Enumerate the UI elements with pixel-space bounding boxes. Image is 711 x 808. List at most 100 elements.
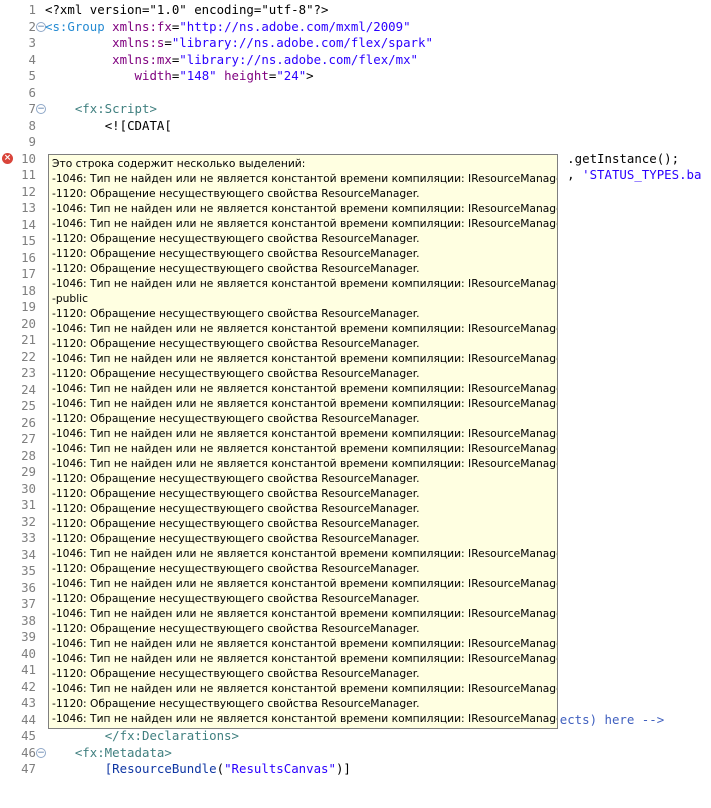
- code-line[interactable]: 3 xmlns:s="library://ns.adobe.com/flex/s…: [0, 35, 711, 52]
- line-number: 12: [21, 183, 36, 199]
- code-token: <?xml version="1.0" encoding="utf-8"?>: [45, 2, 329, 17]
- code-token: "http://ns.adobe.com/mxml/2009": [179, 18, 411, 34]
- line-number: 47: [21, 761, 36, 776]
- tooltip-error-line: -1046: Тип не найден или не является кон…: [52, 712, 558, 725]
- code-token: [ResourceBundle: [104, 761, 217, 776]
- line-number: 23: [21, 365, 36, 380]
- line-number: 13: [21, 200, 36, 215]
- code-token: <fx:Metadata>: [74, 744, 172, 760]
- code-token: <![CDATA[: [104, 117, 172, 133]
- tooltip-error-line: -1120: Обращение несуществующего свойств…: [52, 307, 420, 320]
- tooltip-error-line: -1120: Обращение несуществующего свойств…: [52, 502, 420, 515]
- code-text: <s:Group xmlns:fx="http://ns.adobe.com/m…: [45, 19, 411, 36]
- code-token: <fx:Script>: [74, 101, 157, 116]
- tooltip-error-line: -1046: Тип не найден или не является кон…: [52, 457, 558, 470]
- tooltip-error-line: -1046: Тип не найден или не является кон…: [52, 382, 558, 395]
- line-number: 19: [21, 299, 36, 314]
- line-number: 18: [21, 282, 36, 298]
- code-token: "24": [276, 68, 307, 83]
- line-number: 40: [21, 645, 36, 661]
- tooltip-error-line: -1120: Обращение несуществующего свойств…: [52, 367, 420, 380]
- code-editor[interactable]: 1 <?xml version="1.0" encoding="utf-8"?> 2…: [0, 0, 711, 808]
- code-token: height: [224, 68, 269, 83]
- code-token: =: [164, 35, 172, 50]
- line-number: 4: [28, 51, 36, 67]
- tooltip-error-line: -public: [52, 292, 89, 305]
- tooltip-error-line: -1046: Тип не найден или не является кон…: [52, 172, 558, 185]
- tooltip-error-line: -1046: Тип не найден или не является кон…: [52, 637, 558, 650]
- code-line[interactable]: 5 width="148" height="24">: [0, 68, 711, 85]
- tooltip-error-line: -1046: Тип не найден или не является кон…: [52, 547, 558, 560]
- code-line[interactable]: 46− <fx:Metadata>: [0, 745, 711, 762]
- line-number: 16: [21, 249, 36, 265]
- line-number: 8: [28, 117, 36, 133]
- line-number: 43: [21, 695, 36, 710]
- line-number: 27: [21, 431, 36, 446]
- line-number: 42: [21, 678, 36, 694]
- code-token: width: [134, 68, 172, 83]
- code-token: "ResultsCanvas": [224, 761, 336, 776]
- line-number: 32: [21, 513, 36, 529]
- line-number: 9: [28, 134, 36, 149]
- code-line[interactable]: 1 <?xml version="1.0" encoding="utf-8"?>: [0, 2, 711, 19]
- code-text: xmlns:s="library://ns.adobe.com/flex/spa…: [45, 35, 433, 52]
- code-text: <![CDATA[: [45, 118, 172, 135]
- code-text: </fx:Declarations>: [45, 728, 239, 745]
- code-line[interactable]: 45 </fx:Declarations>: [0, 728, 711, 745]
- code-text: xmlns:mx="library://ns.adobe.com/flex/mx…: [45, 52, 418, 69]
- tooltip-error-line: -1120: Обращение несуществующего свойств…: [52, 262, 420, 275]
- code-line[interactable]: 7− <fx:Script>: [0, 101, 711, 118]
- line-number: 38: [21, 612, 36, 628]
- tooltip-error-line: -1046: Тип не найден или не является кон…: [52, 352, 558, 365]
- tooltip-error-line: -1120: Обращение несуществующего свойств…: [52, 532, 420, 545]
- code-line[interactable]: 6: [0, 85, 711, 102]
- tooltip-error-line: -1046: Тип не найден или не является кон…: [52, 427, 558, 440]
- code-text: <fx:Metadata>: [45, 745, 172, 762]
- tooltip-error-line: -1046: Тип не найден или не является кон…: [52, 682, 558, 695]
- line-number: 14: [21, 216, 36, 232]
- line-number: 15: [21, 233, 36, 248]
- code-line[interactable]: 2− <s:Group xmlns:fx="http://ns.adobe.com…: [0, 19, 711, 36]
- code-token: "library://ns.adobe.com/flex/mx": [179, 51, 419, 67]
- line-number: 3: [28, 35, 36, 50]
- line-number: 22: [21, 348, 36, 364]
- line-number: 39: [21, 629, 36, 644]
- line-number: 2: [28, 18, 36, 34]
- line-number: 25: [21, 398, 36, 413]
- code-token: "library://ns.adobe.com/flex/spark": [171, 35, 433, 50]
- tooltip-error-line: -1120: Обращение несуществующего свойств…: [52, 667, 420, 680]
- line-number: 21: [21, 332, 36, 347]
- line-number: 33: [21, 530, 36, 545]
- tooltip-error-line: -1046: Тип не найден или не является кон…: [52, 322, 558, 335]
- code-token: 'STATUS_TYPES.ba: [582, 167, 702, 182]
- tooltip-error-line: -1120: Обращение несуществующего свойств…: [52, 697, 420, 710]
- code-token: </fx:Declarations>: [104, 728, 239, 743]
- tooltip-error-line: -1046: Тип не найден или не является кон…: [52, 277, 558, 290]
- tooltip-error-line: -1120: Обращение несуществующего свойств…: [52, 247, 420, 260]
- tooltip-error-line: -1120: Обращение несуществующего свойств…: [52, 472, 420, 485]
- error-marker-icon[interactable]: ×: [2, 152, 13, 164]
- problem-hover-tooltip: Это строка содержит несколько выделений:…: [48, 154, 558, 729]
- code-line[interactable]: 8 <![CDATA[: [0, 118, 711, 135]
- tooltip-error-line: -1120: Обращение несуществующего свойств…: [52, 487, 420, 500]
- tooltip-error-line: -1120: Обращение несуществующего свойств…: [52, 187, 420, 200]
- line-number: 7: [28, 101, 36, 116]
- code-line[interactable]: 9: [0, 134, 711, 151]
- tooltip-error-line: -1120: Обращение несуществующего свойств…: [52, 412, 420, 425]
- line-number: 1: [28, 2, 36, 17]
- code-line[interactable]: 47 [ResourceBundle("ResultsCanvas")]: [0, 761, 711, 778]
- code-line[interactable]: 4 xmlns:mx="library://ns.adobe.com/flex/…: [0, 52, 711, 69]
- code-text: [ResourceBundle("ResultsCanvas")]: [45, 761, 351, 778]
- line-number: 31: [21, 497, 36, 512]
- line-number: 36: [21, 579, 36, 595]
- code-token: xmlns:s: [112, 35, 165, 50]
- line-number: 6: [28, 84, 36, 100]
- tooltip-header: Это строка содержит несколько выделений:: [52, 157, 306, 170]
